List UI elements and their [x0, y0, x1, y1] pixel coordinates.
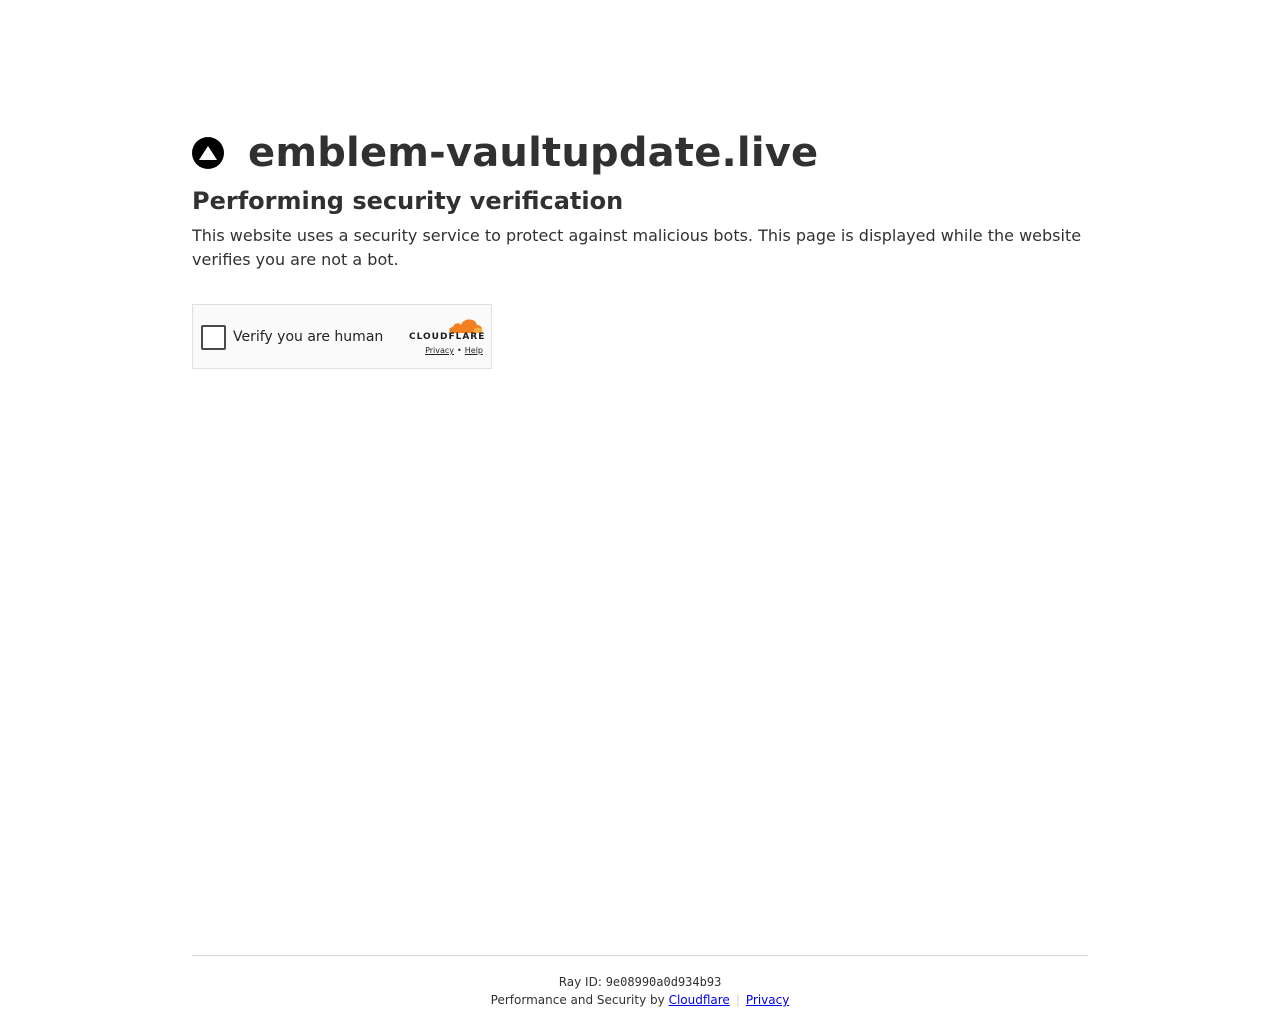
widget-help-link[interactable]: Help	[465, 346, 483, 355]
performance-text: Performance and Security by	[490, 993, 665, 1007]
footer: Ray ID: 9e08990a0d934b93 Performance and…	[192, 955, 1088, 1008]
widget-link-separator: •	[457, 346, 462, 355]
verify-checkbox[interactable]	[201, 325, 226, 350]
performance-line: Performance and Security by Cloudflare | P…	[192, 992, 1088, 1008]
cloudflare-link[interactable]: Cloudflare	[669, 993, 730, 1007]
triangle-warning-icon	[192, 137, 224, 169]
page-heading: Performing security verification	[192, 187, 624, 215]
ray-id-line: Ray ID: 9e08990a0d934b93	[192, 974, 1088, 990]
footer-separator: |	[735, 993, 740, 1007]
turnstile-widget: Verify you are human CLOUDFLARE Privacy •…	[192, 304, 492, 369]
cloudflare-wordmark: CLOUDFLARE	[409, 332, 486, 342]
page-description: This website uses a security service to …	[192, 226, 1082, 269]
widget-privacy-link[interactable]: Privacy	[425, 346, 454, 355]
footer-privacy-link[interactable]: Privacy	[746, 993, 789, 1007]
widget-links: Privacy • Help	[425, 346, 483, 356]
site-header: emblem-vaultupdate.live	[192, 128, 1088, 178]
cloudflare-logo: CLOUDFLARE	[409, 316, 485, 343]
main-content: emblem-vaultupdate.live Performing secur…	[192, 128, 1088, 369]
ray-id-label: Ray ID:	[558, 975, 602, 989]
page: emblem-vaultupdate.live Performing secur…	[0, 0, 1280, 1024]
verify-label[interactable]: Verify you are human	[233, 327, 383, 347]
site-name: emblem-vaultupdate.live	[248, 130, 819, 176]
ray-id-value: 9e08990a0d934b93	[605, 975, 722, 989]
